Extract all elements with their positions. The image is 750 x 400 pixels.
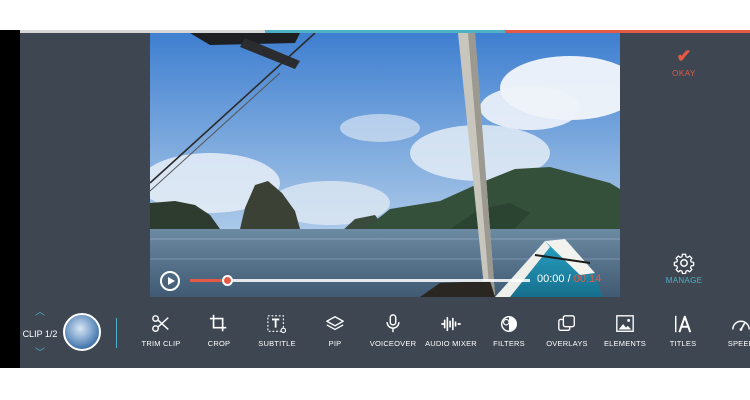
tool-filters[interactable]: FILTERS (481, 314, 537, 348)
time-separator: / (564, 273, 574, 285)
timecode: 00:00 / 00:14 (537, 273, 601, 285)
tool-crop[interactable]: CROP (191, 314, 247, 348)
okay-button[interactable]: ✔ OKAY (658, 46, 710, 78)
clip-down-arrow-icon[interactable]: ﹀ (20, 349, 60, 359)
tool-trim-clip[interactable]: TRIM CLIP (133, 314, 189, 348)
layers-icon (326, 316, 344, 331)
tool-subtitle[interactable]: SUBTITLE (249, 314, 305, 348)
tool-label: TRIM CLIP (141, 339, 181, 348)
tool-pip[interactable]: PIP (307, 314, 363, 348)
scissors-icon (152, 315, 169, 332)
tool-label: FILTERS (493, 339, 525, 348)
clip-thumbnail[interactable] (63, 313, 101, 351)
tool-label: SUBTITLE (258, 339, 296, 348)
tool-label: ELEMENTS (603, 339, 647, 348)
tool-voiceover[interactable]: VOICEOVER (365, 314, 421, 348)
clip-switcher: ︿ CLIP 1/2 ﹀ (20, 308, 60, 359)
overlays-icon (558, 315, 575, 332)
play-button[interactable] (160, 271, 180, 291)
screenshot-page: 00:00 / 00:14 ✔ OKAY MANAGE ︿ CLIP 1/2 ﹀ (0, 0, 750, 400)
tool-label: VOICEOVER (369, 339, 417, 348)
video-frame-image (150, 33, 620, 297)
play-icon (167, 277, 175, 285)
video-editor-app: 00:00 / 00:14 ✔ OKAY MANAGE ︿ CLIP 1/2 ﹀ (20, 30, 750, 368)
toolbar-divider (116, 318, 117, 348)
tool-titles[interactable]: TITLES (655, 314, 711, 348)
tool-speed[interactable]: SPEED (713, 314, 750, 348)
okay-label: OKAY (672, 69, 696, 78)
microphone-icon (386, 314, 400, 333)
subtitle-icon (267, 315, 287, 334)
gear-icon (673, 253, 695, 274)
clip-counter: CLIP 1/2 (22, 329, 58, 339)
total-time: 00:14 (573, 273, 602, 285)
tool-label: PIP (328, 339, 342, 348)
manage-button[interactable]: MANAGE (658, 252, 710, 285)
image-icon (616, 315, 634, 332)
tool-audio-mixer[interactable]: AUDIO MIXER (423, 314, 479, 348)
titles-icon (675, 315, 692, 333)
crop-icon (209, 314, 227, 332)
speedometer-icon (732, 320, 750, 331)
clip-up-arrow-icon[interactable]: ︿ (20, 308, 60, 318)
tool-label: SPEED (727, 339, 750, 348)
tool-label: AUDIO MIXER (425, 339, 477, 348)
playback-scrubber[interactable] (190, 275, 530, 286)
bottom-toolbar: ︿ CLIP 1/2 ﹀ TRIM CLIP CROP SUBTITLE PIP… (20, 300, 750, 368)
tool-label: TITLES (669, 339, 697, 348)
tool-label: CROP (207, 339, 231, 348)
left-black-strip (0, 30, 20, 368)
tool-label: OVERLAYS (546, 339, 588, 348)
checkmark-icon: ✔ (676, 46, 692, 66)
tool-elements[interactable]: ELEMENTS (597, 314, 653, 348)
video-preview[interactable]: 00:00 / 00:14 (150, 33, 620, 297)
manage-label: MANAGE (665, 276, 703, 285)
waveform-icon (441, 316, 461, 332)
tool-overlays[interactable]: OVERLAYS (539, 314, 595, 348)
current-time: 00:00 (537, 273, 565, 285)
filters-icon (501, 316, 517, 332)
